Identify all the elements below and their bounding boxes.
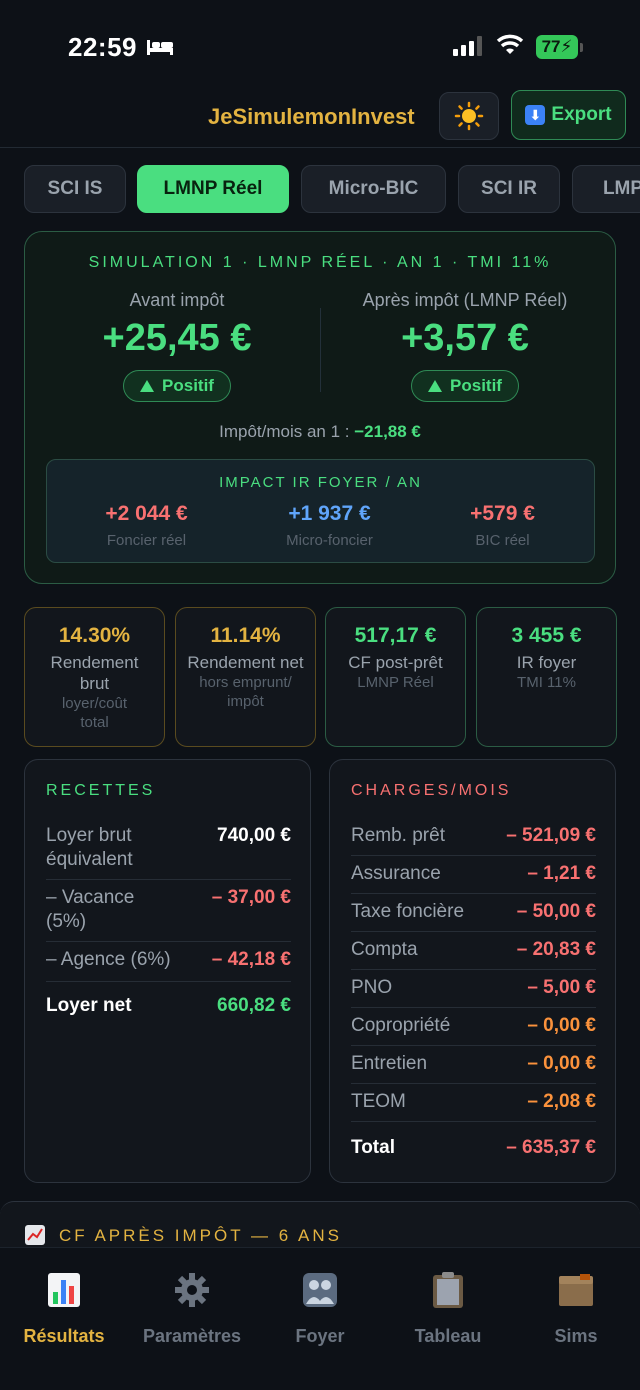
- battery-icon: 77 ⚡: [536, 35, 578, 59]
- clipboard-icon: [433, 1272, 463, 1308]
- tab-lmp[interactable]: LMP: [572, 165, 640, 213]
- tab-lmnp-reel[interactable]: LMNP Réel: [137, 165, 289, 213]
- people-icon: [303, 1273, 337, 1307]
- sun-icon: [454, 101, 484, 131]
- wifi-icon: [496, 34, 524, 54]
- export-label: Export: [551, 104, 612, 125]
- after-tax-column: Après impôt (LMNP Réel) +3,57 € Positif: [317, 290, 613, 402]
- list-item: TEOM – 2,08 €: [351, 1090, 596, 1122]
- list-item: – Agence (6%) – 42,18 €: [46, 948, 291, 982]
- triangle-up-icon: [140, 380, 155, 392]
- bed-icon: [147, 40, 173, 55]
- monthly-tax-value: −21,88 €: [354, 422, 421, 441]
- list-item: Assurance – 1,21 €: [351, 862, 596, 894]
- trend-chart-icon: [25, 1225, 45, 1245]
- regime-tabs: SCI IS LMNP Réel Micro-BIC SCI IR LMP: [24, 165, 640, 213]
- list-item: Loyer brut équivalent 740,00 €: [46, 824, 291, 880]
- app-title: JeSimulemonInvest: [208, 104, 415, 129]
- list-item: PNO – 5,00 €: [351, 976, 596, 1008]
- list-item: Entretien – 0,00 €: [351, 1052, 596, 1084]
- before-tax-column: Avant impôt +25,45 € Positif: [29, 290, 325, 402]
- list-item-total: Total – 635,37 €: [351, 1137, 596, 1158]
- monthly-tax-line: Impôt/mois an 1 : −21,88 €: [219, 422, 421, 441]
- recettes-panel: RECETTES Loyer brut équivalent 740,00 € …: [24, 759, 311, 1183]
- status-bar: 22:59 77 ⚡: [0, 0, 640, 92]
- list-item: – Vacance (5%) – 37,00 €: [46, 886, 291, 942]
- simulation-title: SIMULATION 1 · LMNP RÉEL · AN 1 · TMI 11…: [88, 254, 552, 271]
- before-tax-value: +25,45 €: [102, 317, 252, 359]
- ir-impact-title: IMPACT IR FOYER / AN: [219, 474, 422, 491]
- theme-toggle-button[interactable]: [439, 92, 499, 140]
- before-tax-label: Avant impôt: [129, 290, 225, 310]
- nav-tableau[interactable]: Tableau: [384, 1270, 512, 1347]
- nav-resultats[interactable]: Résultats: [0, 1270, 128, 1347]
- simulation-summary-card: SIMULATION 1 · LMNP RÉEL · AN 1 · TMI 11…: [24, 231, 616, 584]
- gear-icon: [175, 1273, 209, 1307]
- chart-icon: [48, 1273, 80, 1307]
- tab-sci-ir[interactable]: SCI IR: [458, 165, 560, 213]
- after-tax-value: +3,57 €: [401, 317, 529, 359]
- status-time: 22:59: [68, 32, 137, 62]
- download-icon: ⬇: [525, 105, 546, 125]
- impact-bic-reel: +579 € BIC réel: [470, 502, 535, 549]
- nav-foyer[interactable]: Foyer: [256, 1270, 384, 1347]
- bottom-nav: Résultats Paramètres Foyer Tableau Sims: [0, 1247, 640, 1390]
- list-item: Remb. prêt – 521,09 €: [351, 824, 596, 856]
- metric-ir-foyer: 3 455 € IR foyer TMI 11%: [476, 607, 617, 747]
- metric-rendement-net: 11.14% Rendement net hors emprunt/ impôt: [175, 607, 316, 747]
- cf-section-title: CF APRÈS IMPÔT — 6 ANS: [59, 1226, 342, 1245]
- tab-sci-is[interactable]: SCI IS: [24, 165, 126, 213]
- export-button[interactable]: ⬇ Export: [511, 90, 626, 140]
- list-item: Compta – 20,83 €: [351, 938, 596, 970]
- charges-title: CHARGES/MOIS: [351, 782, 512, 799]
- impact-micro-foncier: +1 937 € Micro-foncier: [286, 502, 373, 549]
- recettes-title: RECETTES: [46, 782, 156, 799]
- signal-icon: [453, 36, 482, 56]
- list-item-total: Loyer net 660,82 €: [46, 995, 291, 1016]
- metric-cf-post-pret: 517,17 € CF post-prêt LMNP Réel: [325, 607, 466, 747]
- impact-foncier-reel: +2 044 € Foncier réel: [105, 502, 188, 549]
- status-badge: Positif: [123, 370, 231, 402]
- nav-parametres[interactable]: Paramètres: [128, 1270, 256, 1347]
- list-item: Taxe foncière – 50,00 €: [351, 900, 596, 932]
- after-tax-label: Après impôt (LMNP Réel): [362, 290, 568, 310]
- metric-rendement-brut: 14.30% Rendement brut loyer/coût total: [24, 607, 165, 747]
- triangle-up-icon: [428, 380, 443, 392]
- status-badge: Positif: [411, 370, 519, 402]
- ir-impact-box: IMPACT IR FOYER / AN +2 044 € Foncier ré…: [46, 459, 595, 563]
- list-item: Copropriété – 0,00 €: [351, 1014, 596, 1046]
- charges-panel: CHARGES/MOIS Remb. prêt – 521,09 € Assur…: [329, 759, 616, 1183]
- battery-cap: [580, 43, 583, 52]
- tab-micro-bic[interactable]: Micro-BIC: [301, 165, 446, 213]
- box-icon: [559, 1274, 593, 1306]
- nav-sims[interactable]: Sims: [512, 1270, 640, 1347]
- app-header: JeSimulemonInvest ⬇ Export: [0, 90, 640, 148]
